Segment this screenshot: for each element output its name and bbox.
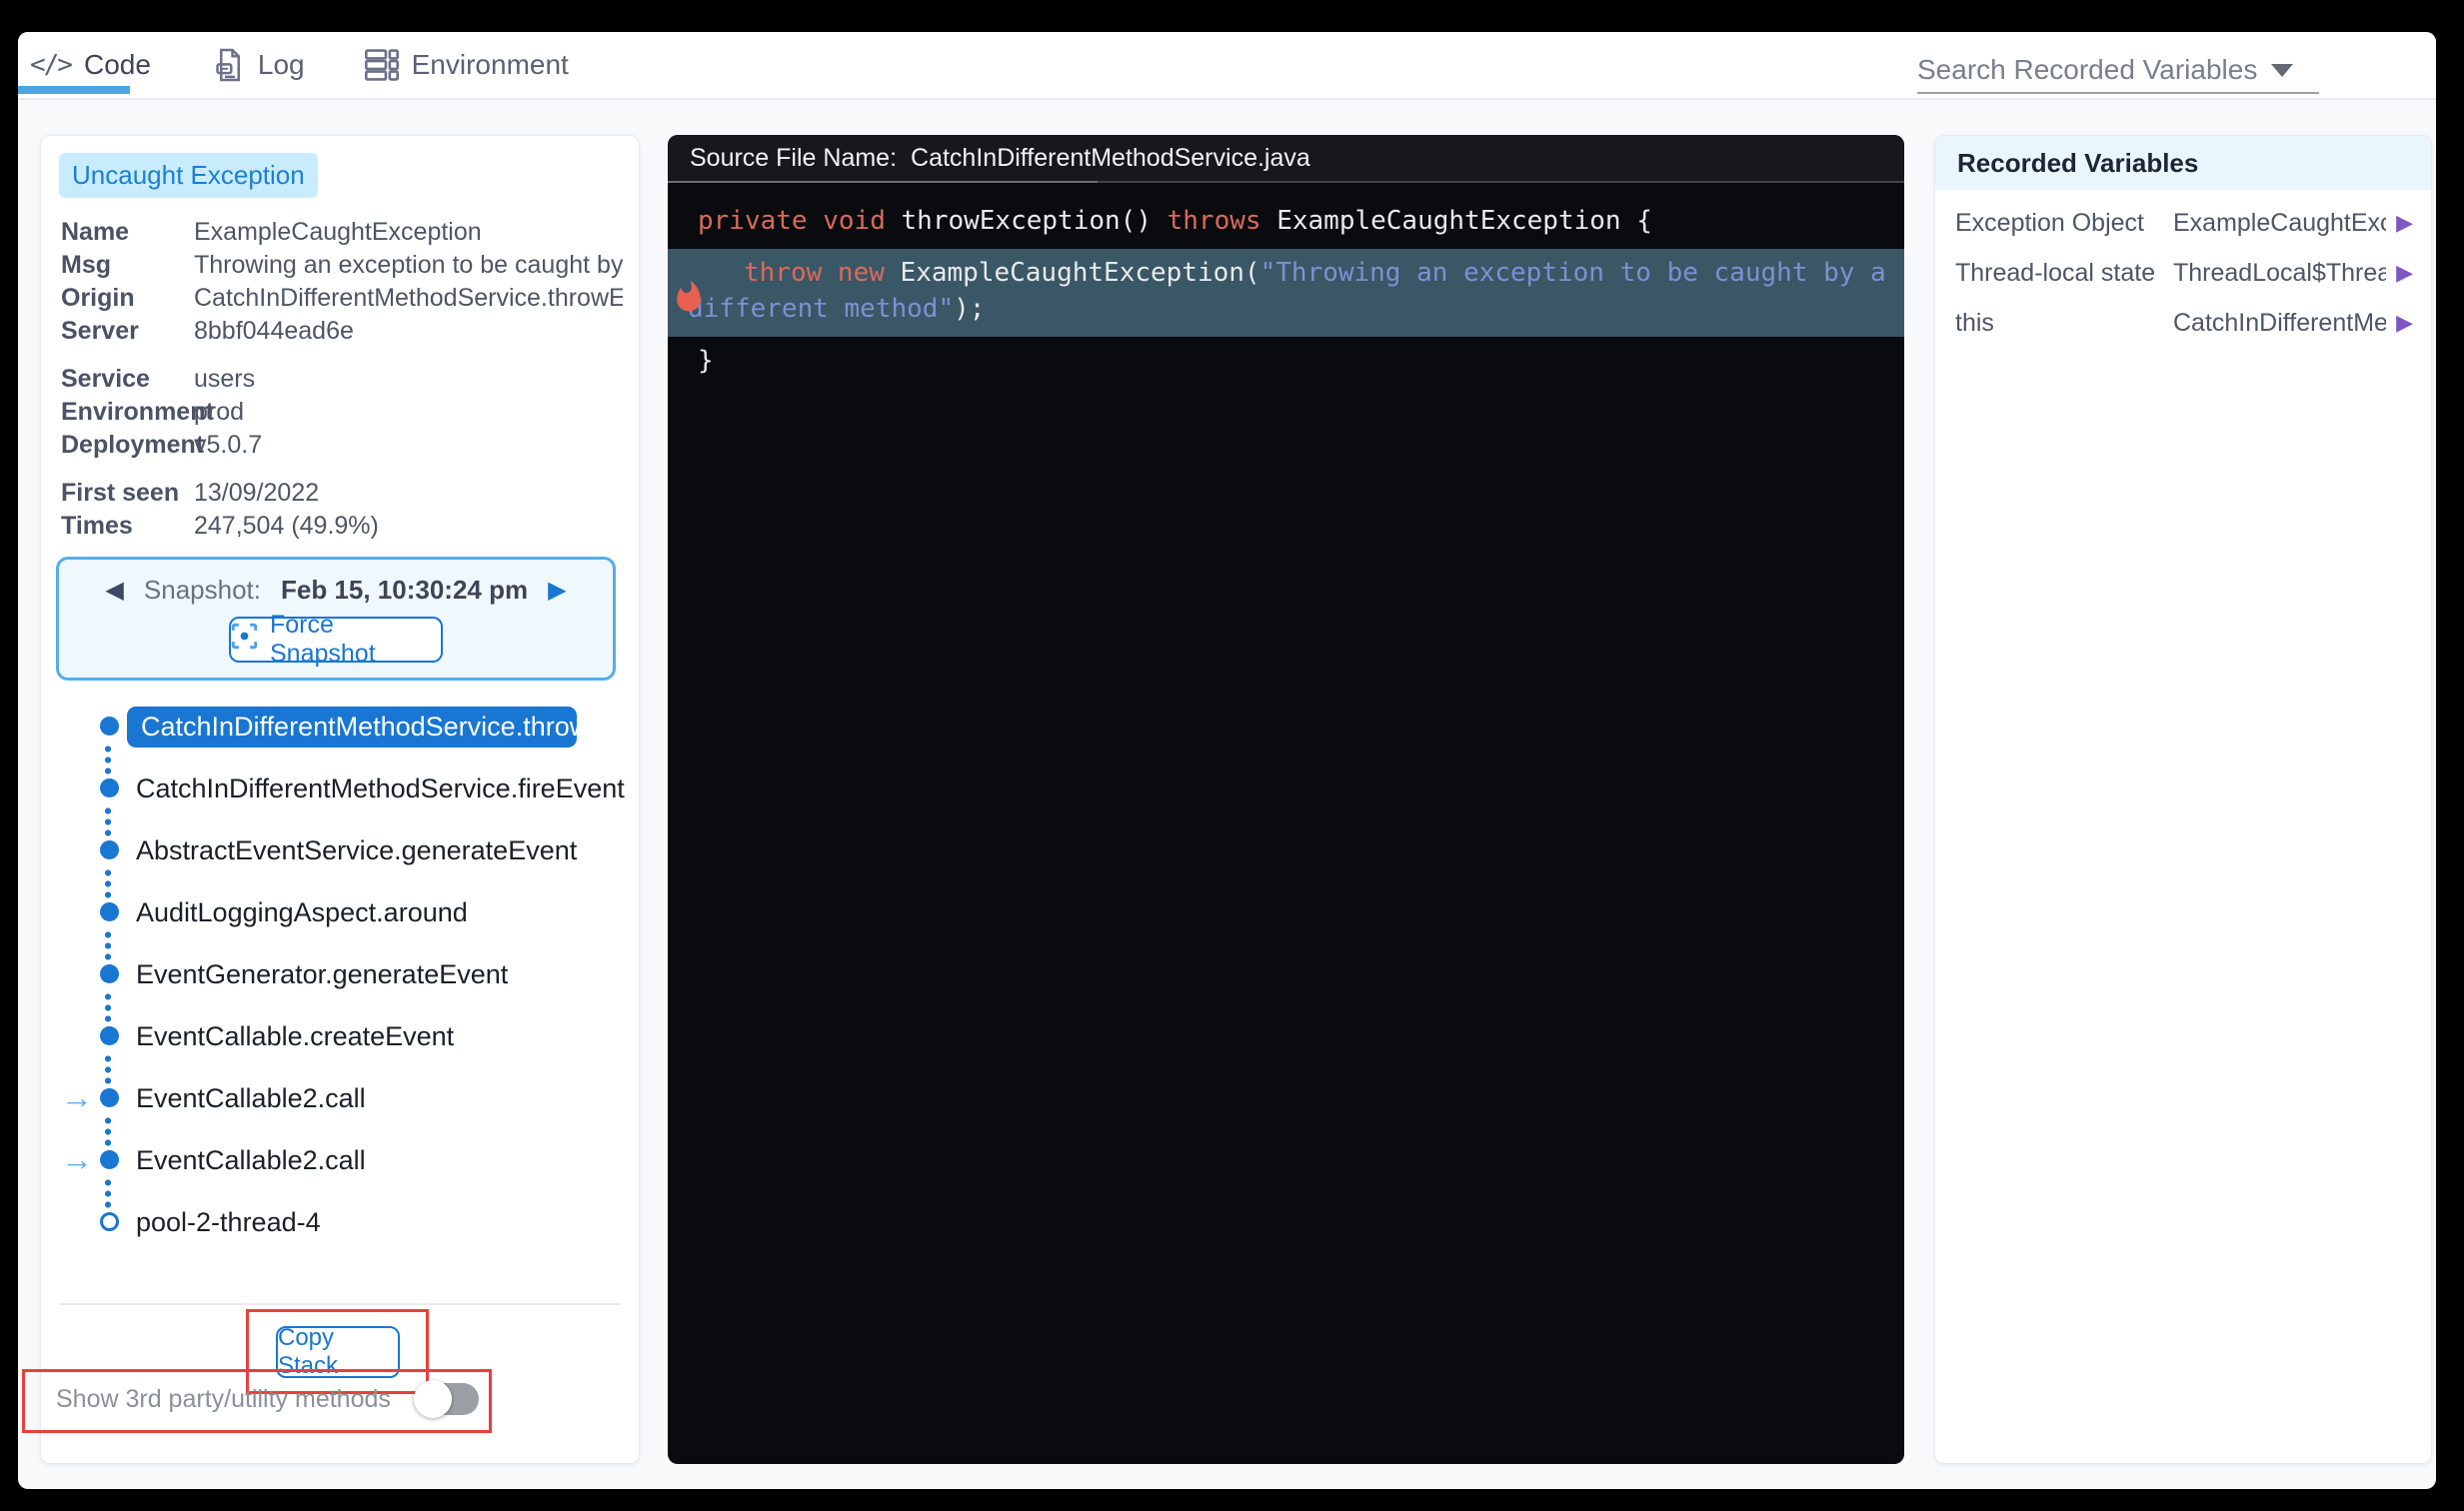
tab-log-label: Log (257, 49, 305, 80)
search-placeholder: Search Recorded Variables (1917, 54, 2258, 85)
force-snapshot-label: Force Snapshot (270, 611, 376, 668)
variable-row[interactable]: this CatchInDifferentMetho... ▶ (1935, 298, 2431, 348)
snapshot-next-icon[interactable]: ▶ (548, 576, 566, 605)
stack-frame-thread[interactable]: pool-2-thread-4 (41, 1191, 639, 1253)
field-origin: Origin CatchInDifferentMethodService.thr… (61, 284, 623, 312)
stack-frame[interactable]: EventCallable.createEvent (41, 1005, 639, 1087)
source-file-header: Source File Name: CatchInDifferentMethod… (668, 135, 1904, 183)
exception-fields: Name ExampleCaughtException Msg Throwing… (61, 216, 623, 543)
stack-frame[interactable]: → EventCallable2.call (41, 1129, 639, 1211)
snapshot-box: ◀ Snapshot: Feb 15, 10:30:24 pm ▶ Force … (56, 557, 616, 681)
app-window: </> Code Log Environment Search Recorded… (18, 32, 2436, 1489)
frame-dot-icon (100, 1150, 119, 1169)
code-viewer-panel: Source File Name: CatchInDifferentMethod… (668, 135, 1904, 1464)
snapshot-datetime: Feb 15, 10:30:24 pm (280, 575, 529, 605)
field-name: Name ExampleCaughtException (61, 218, 482, 246)
active-tab-underline (18, 86, 130, 94)
thread-dot-icon (100, 1212, 119, 1231)
top-tab-bar: </> Code Log Environment Search Recorded… (18, 32, 2436, 100)
source-file-name: CatchInDifferentMethodService.java (911, 143, 1310, 172)
uncaught-exception-badge: Uncaught Exception (59, 153, 318, 198)
stack-frame[interactable]: → EventCallable2.call (41, 1067, 639, 1149)
code-body: private void throwException() throws Exa… (668, 183, 1904, 381)
tab-environment[interactable]: Environment (364, 32, 569, 98)
tab-log[interactable]: Log (215, 32, 305, 98)
variable-row[interactable]: Exception Object ExampleCaughtExcept... … (1935, 198, 2431, 248)
variable-row[interactable]: Thread-local state ThreadLocal$ThreadL..… (1935, 248, 2431, 298)
code-line: } (698, 346, 714, 376)
field-environment: Environment prod (61, 398, 245, 426)
stack-frame[interactable]: CatchInDifferentMethodService.fireEvent (41, 757, 639, 839)
stack-frame[interactable]: CatchInDifferentMethodService.throwEx... (41, 696, 639, 777)
source-file-label: Source File Name: (690, 143, 898, 172)
field-deployment: Deployment v5.0.7 (61, 431, 263, 459)
frame-dot-icon (100, 964, 119, 983)
frame-dot-icon (100, 902, 119, 921)
recorded-variables-rows: Exception Object ExampleCaughtExcept... … (1935, 198, 2431, 348)
snapshot-prev-icon[interactable]: ◀ (105, 576, 123, 605)
field-first-seen: First seen 13/09/2022 (61, 479, 320, 507)
show-third-party-toggle[interactable] (413, 1380, 479, 1418)
thread-switch-arrow-icon: → (61, 1079, 93, 1115)
third-party-toggle-row: Show 3rd party/utility methods (56, 1380, 479, 1418)
environment-server-icon (364, 49, 399, 81)
expand-arrow-icon[interactable]: ▶ (2396, 210, 2413, 236)
log-document-icon (215, 48, 245, 82)
stack-trace-list: CatchInDifferentMethodService.throwEx...… (41, 696, 639, 1253)
search-recorded-variables-dropdown[interactable]: Search Recorded Variables (1917, 48, 2319, 94)
expand-arrow-icon[interactable]: ▶ (2396, 260, 2413, 286)
toggle-knob (413, 1380, 452, 1418)
field-msg: Msg Throwing an exception to be caught b… (61, 251, 623, 279)
exception-details-panel: Uncaught Exception Name ExampleCaughtExc… (40, 135, 640, 1464)
expand-arrow-icon[interactable]: ▶ (2396, 310, 2413, 336)
stack-frame[interactable]: AuditLoggingAspect.around (41, 881, 639, 963)
field-server: Server 8bbf044ead6e (61, 317, 354, 345)
frame-dot-icon (100, 840, 119, 859)
highlighted-code-line: throw new ExampleCaughtException("Throwi… (668, 249, 1904, 337)
tab-environment-label: Environment (411, 49, 569, 80)
force-snapshot-button[interactable]: Force Snapshot (229, 611, 443, 668)
snapshot-label: Snapshot: (143, 575, 261, 605)
divider (59, 1303, 621, 1305)
stack-frame[interactable]: EventGenerator.generateEvent (41, 943, 639, 1025)
field-service: Service users (61, 365, 256, 393)
frame-dot-icon (100, 1088, 119, 1107)
code-line: throw new ExampleCaughtException("Throwi… (688, 258, 1902, 324)
recorded-variables-title: Recorded Variables (1935, 136, 2431, 190)
chevron-down-icon (2271, 63, 2293, 77)
recorded-variables-panel: Recorded Variables Exception Object Exam… (1934, 135, 2432, 1464)
code-brackets-icon: </> (30, 50, 73, 80)
field-times: Times 247,504 (49.9%) (61, 512, 379, 540)
third-party-toggle-label: Show 3rd party/utility methods (56, 1384, 391, 1413)
stack-frame[interactable]: AbstractEventService.generateEvent (41, 819, 639, 901)
exception-fire-icon[interactable] (673, 279, 705, 322)
frame-dot-icon (100, 1026, 119, 1045)
tab-code-label: Code (83, 49, 151, 80)
snapshot-focus-icon (231, 623, 258, 657)
thread-switch-arrow-icon: → (61, 1141, 93, 1177)
frame-dot-icon (100, 717, 119, 736)
code-line: private void throwException() throws Exa… (698, 206, 1652, 236)
frame-dot-icon (100, 778, 119, 797)
